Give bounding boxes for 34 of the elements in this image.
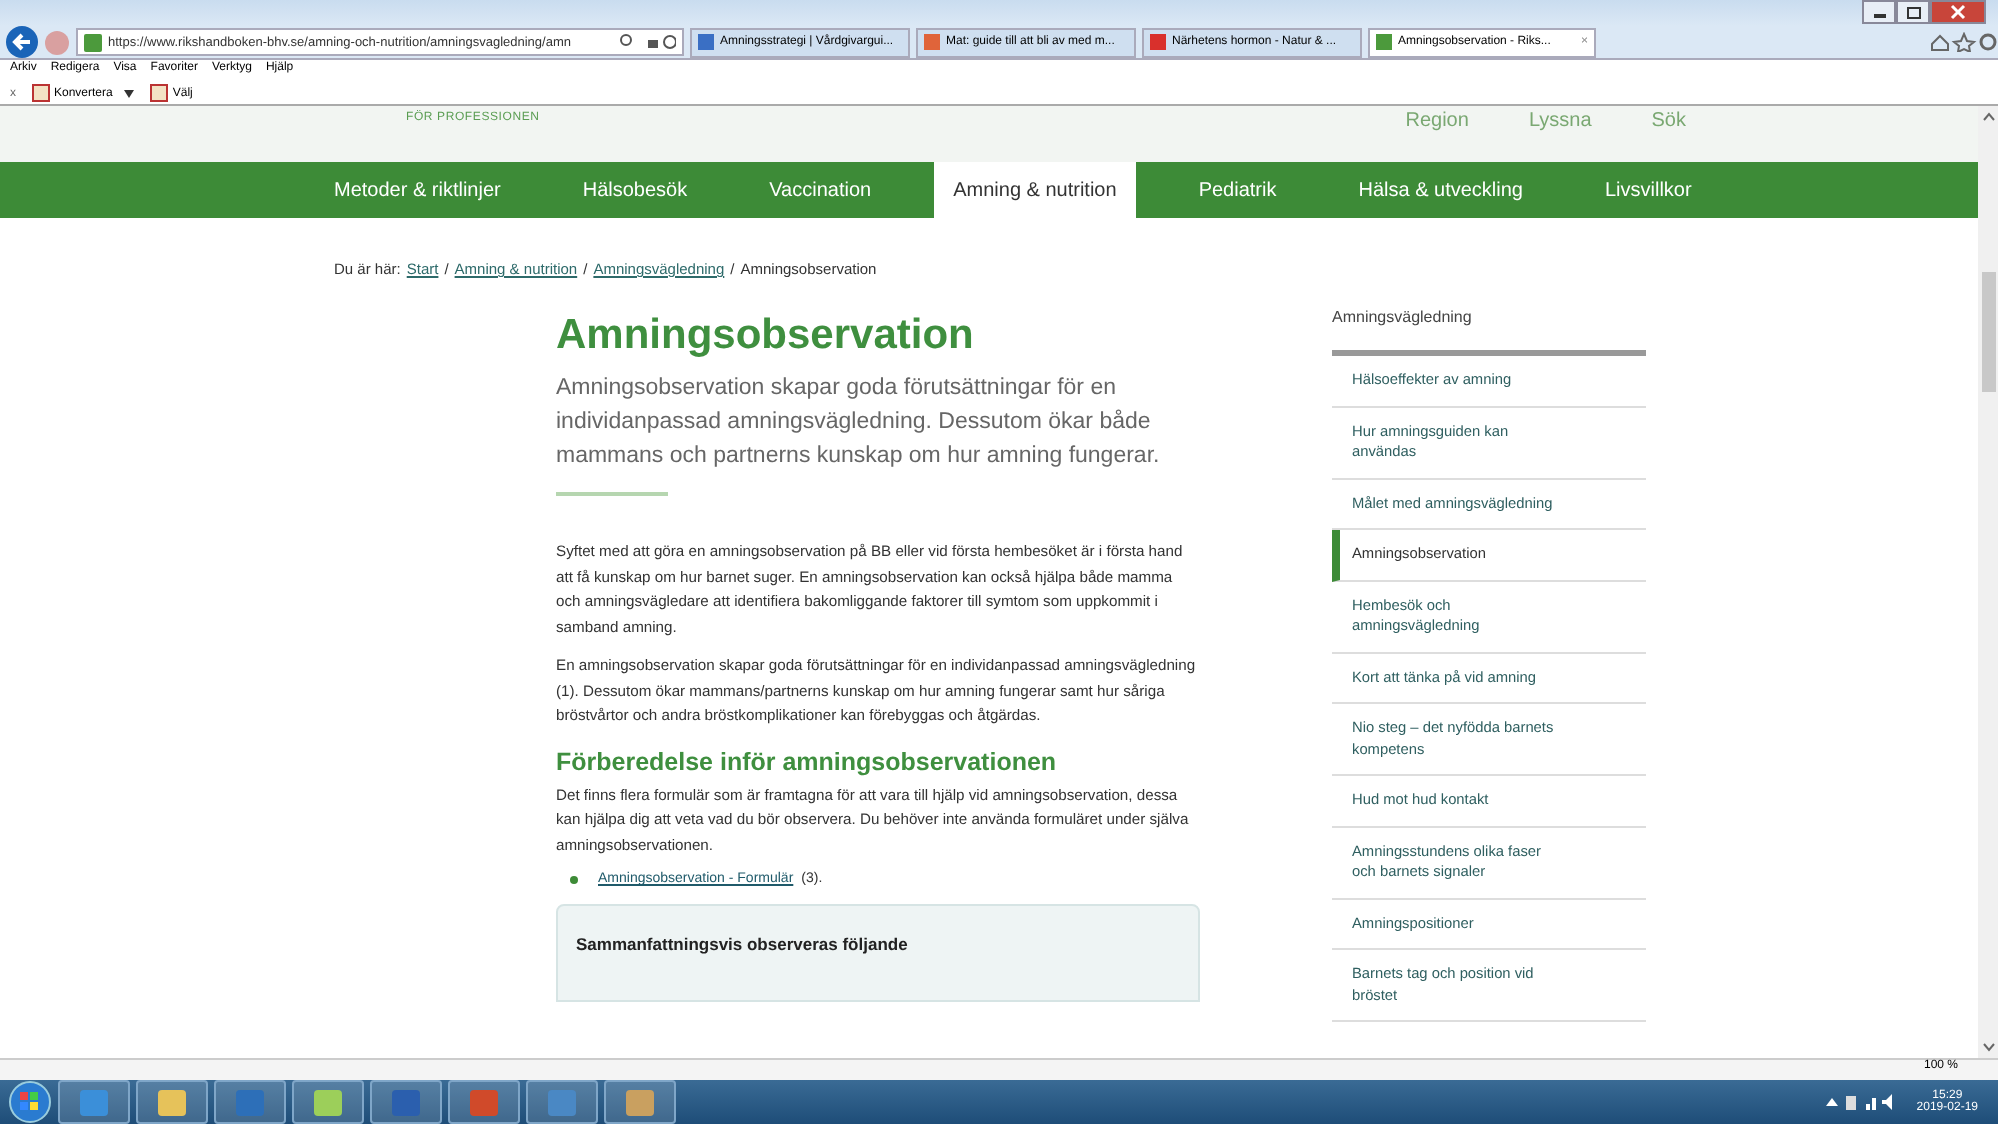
- section-heading: Förberedelse inför amningsobservationen: [556, 747, 1059, 775]
- maximize-button[interactable]: [1896, 0, 1930, 24]
- nav-tab[interactable]: Metoder & riktlinjer: [314, 162, 521, 218]
- lead-paragraph: Amningsobservation skapar goda förutsättningar för en individanpassad amningsvägledning. Dessutom ökar både mammans och partnerns kunskap om hur amning fungerar.: [556, 374, 1162, 472]
- site-icon: [84, 33, 102, 51]
- article-title: Amningsobservation: [556, 312, 976, 360]
- nav-tab[interactable]: Hälsa & utveckling: [1338, 162, 1543, 218]
- start-button-icon[interactable]: [8, 1080, 52, 1124]
- nav-tab[interactable]: Hälsobesök: [562, 162, 708, 218]
- nav-tab[interactable]: Amning & nutrition: [933, 162, 1137, 218]
- caret-icon[interactable]: [124, 89, 135, 97]
- scroll-up-icon[interactable]: [1981, 112, 1995, 122]
- back-icon[interactable]: [6, 26, 38, 58]
- bullet-icon: [570, 875, 578, 883]
- document-icon: [150, 84, 169, 102]
- close-icon: [1950, 4, 1966, 20]
- document-icon: [32, 84, 50, 102]
- scrollbar[interactable]: [1978, 106, 1998, 1058]
- minimize-button[interactable]: [1862, 0, 1896, 24]
- close-button[interactable]: [1930, 0, 1986, 24]
- summary-title: Sammanfattningsvis observeras följande: [576, 934, 908, 954]
- nav-tab[interactable]: Pediatrik: [1178, 162, 1297, 218]
- nav-tab[interactable]: Vaccination: [749, 162, 892, 218]
- taskbar-app-icon[interactable]: [292, 1080, 364, 1124]
- maximize-icon: [1905, 5, 1921, 19]
- nav-tab[interactable]: Livsvillkor: [1584, 162, 1712, 218]
- sidebar-title: Amningsvägledning: [1332, 298, 1646, 356]
- scroll-down-icon[interactable]: [1981, 1042, 1995, 1052]
- taskbar-app-icon[interactable]: [370, 1080, 442, 1124]
- taskbar-app-icon[interactable]: [136, 1080, 208, 1124]
- taskbar-app-icon[interactable]: [604, 1080, 676, 1124]
- tray-icons-icon[interactable]: [1822, 1092, 1895, 1112]
- address-actions-icon[interactable]: [620, 34, 676, 50]
- home-star-gear-icon[interactable]: [1930, 32, 1998, 52]
